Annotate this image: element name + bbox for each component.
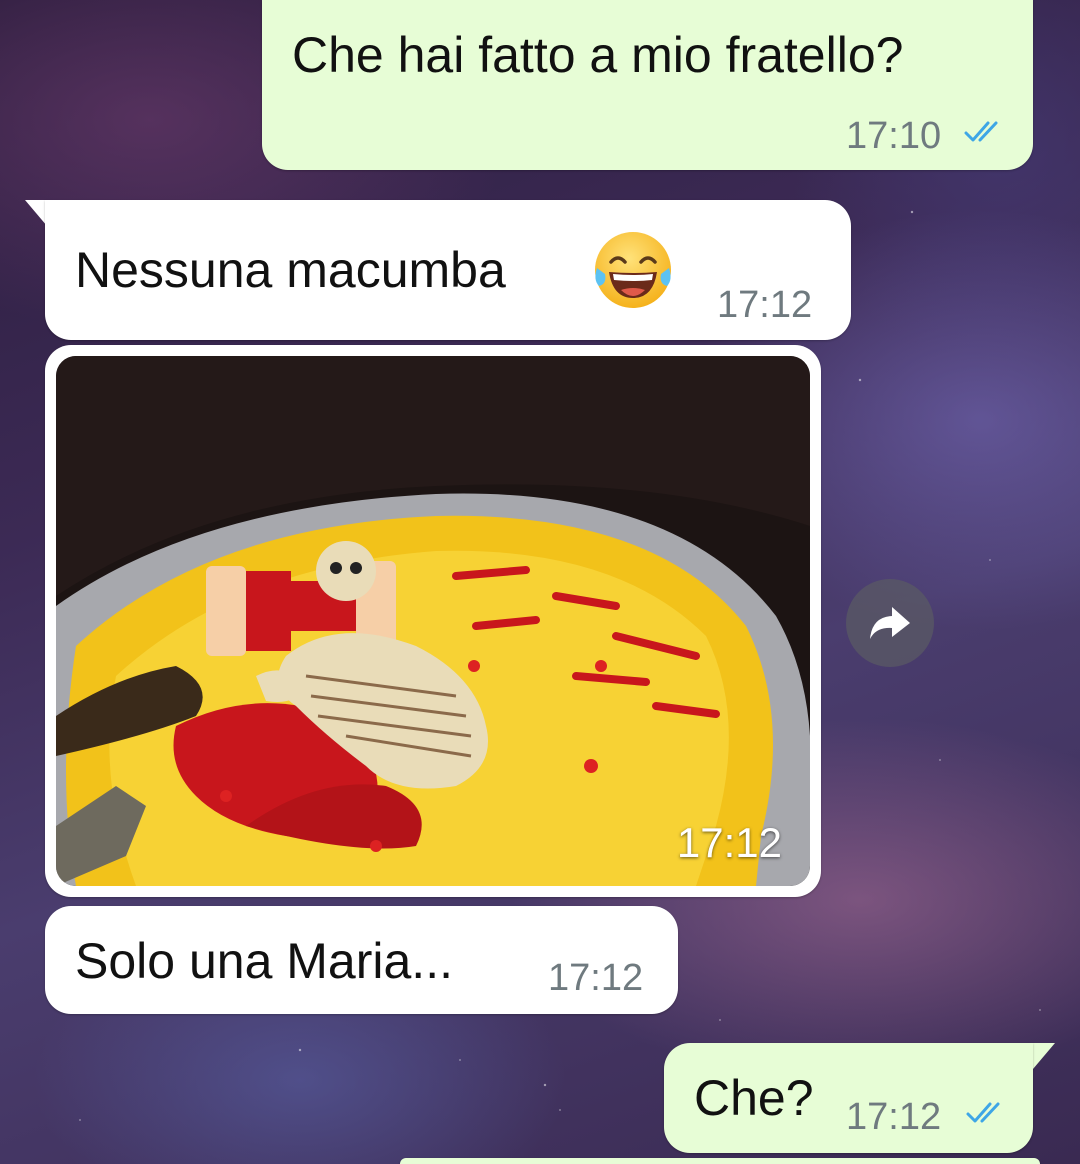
message-time: 17:12: [717, 284, 813, 326]
forward-arrow-icon: [870, 607, 910, 639]
message-text: Solo una Maria...: [75, 933, 453, 989]
outgoing-message-bubble-partial[interactable]: [400, 1158, 1040, 1164]
painting-image[interactable]: 17:12: [56, 356, 810, 886]
read-ticks-icon: [966, 1102, 1000, 1123]
incoming-message-bubble[interactable]: Solo una Maria... 17:12: [45, 906, 678, 1014]
message-text: Nessuna macumba: [75, 242, 506, 298]
image-message-bubble[interactable]: 17:12: [45, 345, 821, 897]
incoming-message-bubble[interactable]: Nessuna macumba 17:12: [45, 200, 851, 340]
message-time: 17:12: [548, 957, 644, 999]
outgoing-message-bubble[interactable]: Che? 17:12: [664, 1043, 1033, 1153]
message-text: Che hai fatto a mio fratello?: [292, 27, 904, 83]
painting-illustration: [56, 356, 810, 886]
forward-button[interactable]: [846, 579, 934, 667]
message-time: 17:10: [846, 115, 942, 157]
message-text: Che?: [694, 1070, 814, 1126]
outgoing-message-bubble[interactable]: Che hai fatto a mio fratello? 17:10: [262, 0, 1033, 170]
image-time: 17:12: [676, 819, 782, 866]
face-with-tears-of-joy-icon: [595, 232, 671, 308]
bubble-tail: [25, 200, 47, 226]
bubble-tail: [1033, 1043, 1055, 1069]
read-ticks-icon: [964, 121, 998, 142]
message-time: 17:12: [846, 1096, 942, 1138]
